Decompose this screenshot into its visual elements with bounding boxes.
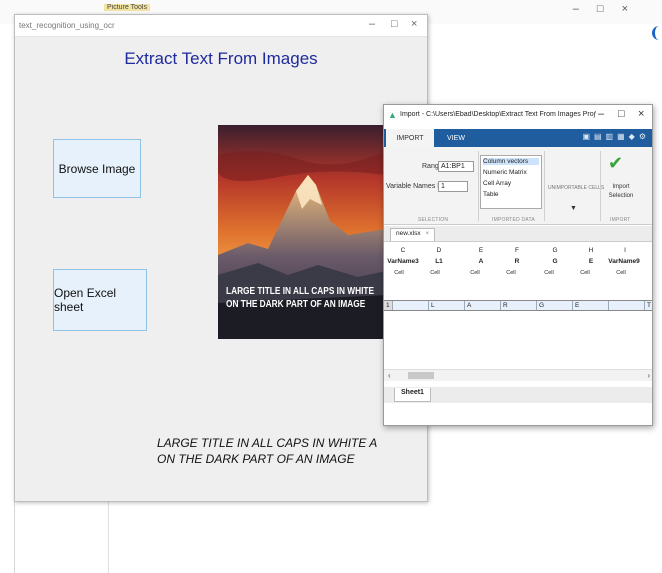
column-name[interactable]: R — [504, 258, 530, 265]
import-minimize-button[interactable]: – — [598, 108, 604, 120]
extracted-text-line-2: ON THE DARK PART OF AN IMAGE — [157, 452, 355, 466]
column-name[interactable]: VarName9 — [606, 258, 642, 265]
figure-window: text_recognition_using_ocr – □ × Extract… — [14, 14, 428, 502]
column-name[interactable]: A — [468, 258, 494, 265]
table-cell[interactable]: R — [500, 301, 536, 310]
import-window-title: Import - C:\Users\Ebad\Desktop\Extract T… — [400, 111, 596, 118]
column-type[interactable]: Cell — [574, 270, 596, 276]
picture-tools-tag: Picture Tools — [104, 4, 150, 11]
output-type-list[interactable]: Column vectors Numeric Matrix Cell Array… — [480, 155, 542, 209]
import-app-icon: ▲ — [388, 110, 397, 120]
scroll-left-icon[interactable]: ‹ — [388, 371, 391, 380]
scrollbar-thumb[interactable] — [408, 372, 434, 379]
image-text-line-1: LARGE TITLE IN ALL CAPS IN WHITE — [226, 286, 375, 297]
column-type[interactable]: Cell — [388, 270, 410, 276]
import-button-label-1: Import — [612, 184, 630, 190]
sheet-tab[interactable]: Sheet1 — [394, 388, 431, 402]
browse-image-button[interactable]: Browse Image — [53, 139, 141, 198]
figure-title-bar: text_recognition_using_ocr – □ × — [15, 15, 427, 37]
import-selection-button[interactable]: Import Selection — [604, 183, 638, 201]
page-title: Extract Text From Images — [124, 49, 318, 68]
background-window-controls[interactable]: –□× — [573, 3, 646, 15]
column-letter: F — [515, 247, 519, 254]
ribbon-divider-2 — [544, 151, 545, 221]
import-section-label: IMPORT — [610, 217, 631, 223]
row-number: 1 — [384, 301, 392, 310]
output-type-numeric-matrix[interactable]: Numeric Matrix — [483, 169, 527, 176]
file-tab-label: new.xlsx — [396, 230, 421, 237]
extracted-text-output: LARGE TITLE IN ALL CAPS IN WHITE A ON TH… — [157, 435, 387, 467]
range-field[interactable]: A1:BP1 — [438, 161, 474, 172]
background-maximize-button[interactable]: □ — [597, 3, 622, 15]
column-type[interactable]: Cell — [538, 270, 560, 276]
column-letter: H — [588, 247, 594, 254]
sheet-tab-bar: Sheet1 — [384, 387, 652, 403]
column-letter: I — [624, 247, 626, 254]
file-tab[interactable]: new.xlsx × — [390, 228, 436, 241]
background-close-button[interactable]: × — [622, 3, 646, 15]
column-letter: C — [400, 247, 406, 254]
table-cell[interactable]: T — [644, 301, 652, 310]
import-maximize-button[interactable]: □ — [618, 108, 625, 120]
figure-close-button[interactable]: × — [411, 18, 417, 30]
output-type-table[interactable]: Table — [483, 191, 499, 198]
background-ribbon-strip: Picture Tools — [14, 4, 274, 12]
import-title-bar: ▲ Import - C:\Users\Ebad\Desktop\Extract… — [384, 105, 652, 127]
column-name[interactable]: E — [578, 258, 604, 265]
ribbon-divider — [478, 151, 479, 221]
quick-access-icons[interactable]: ▣▤▥▦◆⚙ — [582, 132, 650, 141]
column-letter: D — [436, 247, 442, 254]
imported-data-section-label: IMPORTED DATA — [492, 217, 535, 223]
scroll-right-icon[interactable]: › — [647, 371, 650, 380]
import-checkmark-icon[interactable]: ✔ — [608, 153, 623, 174]
background-scroll-indicator — [652, 26, 660, 40]
table-cell[interactable]: A — [464, 301, 500, 310]
image-overlay-text: LARGE TITLE IN ALL CAPS IN WHITE ON THE … — [226, 285, 386, 311]
column-type[interactable]: Cell — [500, 270, 522, 276]
column-name[interactable]: VarName3 — [386, 258, 420, 265]
file-tab-bar: new.xlsx × — [384, 226, 652, 242]
output-type-column-vectors[interactable]: Column vectors — [483, 158, 539, 165]
import-button-label-2: Selection — [608, 193, 634, 199]
mountain-image: LARGE TITLE IN ALL CAPS IN WHITE ON THE … — [218, 125, 386, 339]
column-letter: G — [552, 247, 558, 254]
table-cell[interactable] — [392, 301, 428, 310]
import-tab-bar: IMPORT VIEW ▣▤▥▦◆⚙ — [384, 129, 652, 147]
unimportable-cells-label: UNIMPORTABLE CELLS — [548, 185, 605, 191]
open-excel-button[interactable]: Open Excel sheet — [53, 269, 147, 331]
background-minimize-button[interactable]: – — [573, 3, 597, 15]
import-ribbon: Range: A1:BP1 Variable Names Row: 1 SELE… — [384, 147, 652, 225]
ribbon-divider-3 — [600, 151, 601, 221]
column-letter: E — [478, 247, 484, 254]
tab-view[interactable]: VIEW — [436, 129, 476, 147]
table-cell[interactable]: G — [536, 301, 572, 310]
column-name[interactable]: L1 — [426, 258, 452, 265]
table-cell[interactable] — [608, 301, 644, 310]
output-type-cell-array[interactable]: Cell Array — [483, 180, 511, 187]
extracted-text-line-1: LARGE TITLE IN ALL CAPS IN WHITE A — [157, 436, 378, 450]
image-text-line-2: ON THE DARK PART OF AN IMAGE — [226, 299, 366, 310]
column-type[interactable]: Cell — [424, 270, 446, 276]
unimportable-dropdown-icon[interactable]: ▼ — [570, 205, 577, 212]
table-cell[interactable]: L — [428, 301, 464, 310]
background-divider-2 — [108, 500, 109, 573]
column-type[interactable]: Cell — [464, 270, 486, 276]
figure-minimize-button[interactable]: – — [369, 18, 375, 30]
horizontal-scrollbar[interactable]: ‹ › — [384, 369, 652, 381]
variable-names-row-field[interactable]: 1 — [438, 181, 468, 192]
table-cell[interactable]: E — [572, 301, 608, 310]
figure-maximize-button[interactable]: □ — [391, 18, 398, 30]
column-type[interactable]: Cell — [610, 270, 632, 276]
figure-window-title: text_recognition_using_ocr — [19, 21, 115, 30]
tab-import[interactable]: IMPORT — [386, 129, 434, 147]
column-name[interactable]: G — [542, 258, 568, 265]
import-close-button[interactable]: × — [638, 108, 644, 120]
selection-section-label: SELECTION — [418, 217, 449, 223]
table-row[interactable]: 1 L A R G E T — [384, 300, 652, 311]
close-tab-icon[interactable]: × — [425, 230, 429, 237]
import-dialog: ▲ Import - C:\Users\Ebad\Desktop\Extract… — [383, 104, 653, 426]
